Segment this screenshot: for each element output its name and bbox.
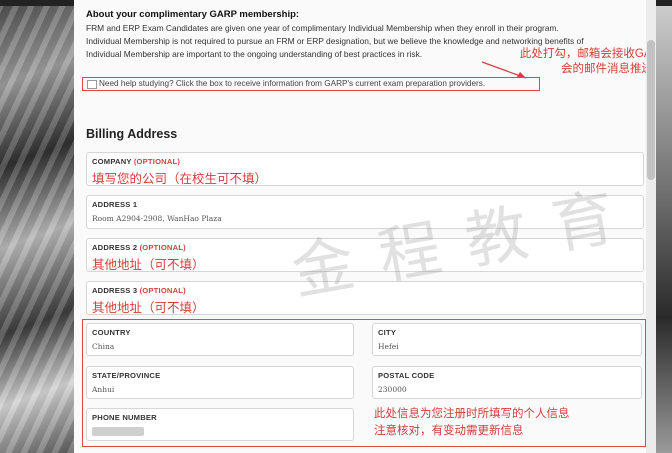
postal-code-field[interactable]: POSTAL CODE 230000 [372, 366, 642, 399]
address1-label: ADDRESS 1 [92, 200, 138, 209]
optin-highlight-box: Need help studying? Click the box to rec… [82, 77, 540, 91]
address1-field[interactable]: ADDRESS 1 Room A2904-2908, WanHao Plaza [86, 195, 644, 229]
annotation-personal-info-note: 此处信息为您注册时所填写的个人信息 注意核对，有变动需更新信息 [374, 406, 570, 440]
annotation-optin-note: 此处打勾，邮箱会接收GARP协 会的邮件消息推送 [479, 47, 656, 77]
state-field[interactable]: STATE/PROVINCE Anhui [86, 366, 354, 399]
address3-note: 其他地址（可不填） [92, 301, 205, 315]
state-value: Anhui [92, 385, 115, 394]
country-label: COUNTRY [92, 328, 131, 337]
billing-address-title: Billing Address [86, 127, 178, 141]
optin-checkbox[interactable] [87, 80, 97, 89]
address2-label: ADDRESS 2 (OPTIONAL) [92, 243, 186, 252]
annotation-optin-line-1: 此处打勾，邮箱会接收GARP协 [519, 48, 656, 60]
membership-line-1: FRM and ERP Exam Candidates are given on… [86, 23, 559, 33]
address2-field[interactable]: ADDRESS 2 (OPTIONAL) 其他地址（可不填） [86, 238, 644, 272]
postal-code-value: 230000 [378, 385, 407, 394]
city-value: Hefei [378, 342, 399, 351]
phone-value-redacted [92, 427, 144, 436]
scrollbar-track[interactable] [646, 0, 656, 453]
country-value: China [92, 342, 115, 351]
membership-title: About your complimentary GARP membership… [86, 9, 300, 20]
company-label: COMPANY (OPTIONAL) [92, 157, 181, 166]
company-field[interactable]: COMPANY (OPTIONAL) 填写您的公司（在校生可不填） [86, 152, 644, 186]
address3-field[interactable]: ADDRESS 3 (OPTIONAL) 其他地址（可不填） [86, 281, 644, 315]
annotation-personal-info-line-1: 此处信息为您注册时所填写的个人信息 [374, 408, 570, 420]
company-note: 填写您的公司（在校生可不填） [92, 172, 268, 186]
optin-label[interactable]: Need help studying? Click the box to rec… [99, 78, 485, 90]
phone-label: PHONE NUMBER [92, 413, 157, 422]
city-field[interactable]: CITY Hefei [372, 323, 642, 356]
address2-note: 其他地址（可不填） [92, 258, 205, 272]
address1-value: Room A2904-2908, WanHao Plaza [92, 214, 222, 223]
city-label: CITY [378, 328, 397, 337]
address3-label: ADDRESS 3 (OPTIONAL) [92, 286, 186, 295]
annotation-personal-info-line-2: 注意核对，有变动需更新信息 [374, 425, 524, 437]
phone-field[interactable]: PHONE NUMBER [86, 408, 354, 441]
scrollbar-thumb[interactable] [647, 40, 655, 180]
country-field[interactable]: COUNTRY China [86, 323, 354, 356]
annotation-optin-line-2: 会的邮件消息推送 [561, 63, 653, 75]
registration-panel: About your complimentary GARP membership… [74, 0, 656, 453]
background-photo-left [0, 0, 74, 453]
postal-code-label: POSTAL CODE [378, 371, 435, 380]
state-label: STATE/PROVINCE [92, 371, 161, 380]
background-photo-right [656, 0, 672, 453]
